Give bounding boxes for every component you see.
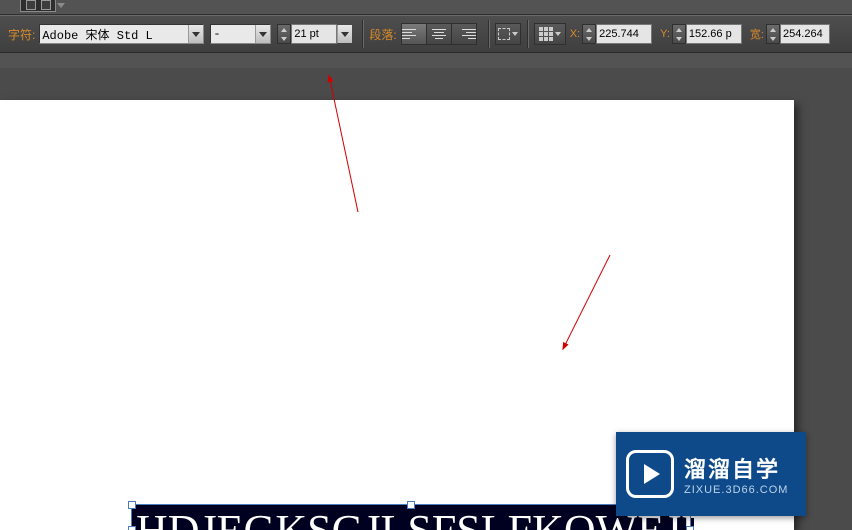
x-input[interactable]	[597, 26, 651, 42]
chevron-down-icon[interactable]	[255, 25, 270, 43]
align-left-button[interactable]	[401, 23, 427, 45]
width-input[interactable]	[781, 26, 829, 42]
font-style-dropdown[interactable]	[210, 24, 271, 44]
font-family-dropdown[interactable]	[39, 24, 204, 44]
width-field[interactable]	[766, 24, 830, 44]
spinner-icon[interactable]	[766, 24, 780, 44]
alignment-group	[401, 23, 476, 45]
font-size-spinner[interactable]	[277, 24, 291, 44]
character-label: 字符:	[8, 26, 35, 43]
list-options-button[interactable]	[495, 23, 521, 45]
watermark-title: 溜溜自学	[684, 452, 788, 484]
watermark-badge: 溜溜自学 ZIXUE.3D66.COM	[616, 432, 806, 516]
resize-handle[interactable]	[407, 501, 415, 509]
y-position-field[interactable]	[672, 24, 742, 44]
resize-handle[interactable]	[686, 526, 694, 530]
chevron-down-icon[interactable]	[337, 25, 352, 43]
font-style-input[interactable]	[211, 26, 255, 42]
align-center-button[interactable]	[426, 23, 452, 45]
width-label: 宽:	[750, 26, 764, 42]
font-size-selector[interactable]	[277, 24, 352, 44]
annotation-arrow-2	[555, 250, 625, 360]
resize-handle[interactable]	[128, 526, 136, 530]
paragraph-label: 段落:	[369, 26, 396, 43]
layout-switcher[interactable]	[20, 0, 56, 12]
y-input[interactable]	[687, 26, 741, 42]
play-icon	[626, 450, 674, 498]
watermark-url: ZIXUE.3D66.COM	[684, 484, 788, 496]
annotation-arrow-1	[320, 72, 380, 242]
spinner-icon[interactable]	[672, 24, 686, 44]
canvas-area[interactable]: HDJEGKSGJLSFSLFKOWEJF 溜溜自学 ZIXUE.3D66.CO…	[0, 68, 852, 530]
align-right-button[interactable]	[451, 23, 477, 45]
resize-handle[interactable]	[128, 501, 136, 509]
font-family-input[interactable]	[40, 26, 188, 42]
chevron-down-icon[interactable]	[188, 25, 203, 43]
y-label: Y:	[660, 28, 670, 40]
text-options-toolbar: 字符: 段落: X: Y: 宽:	[0, 15, 852, 53]
text-frame[interactable]: HDJEGKSGJLSFSLFKOWEJF	[132, 505, 690, 530]
font-size-input[interactable]	[292, 26, 336, 42]
spinner-icon[interactable]	[582, 24, 596, 44]
x-position-field[interactable]	[582, 24, 652, 44]
x-label: X:	[570, 28, 580, 40]
grid-options-button[interactable]	[534, 23, 566, 45]
